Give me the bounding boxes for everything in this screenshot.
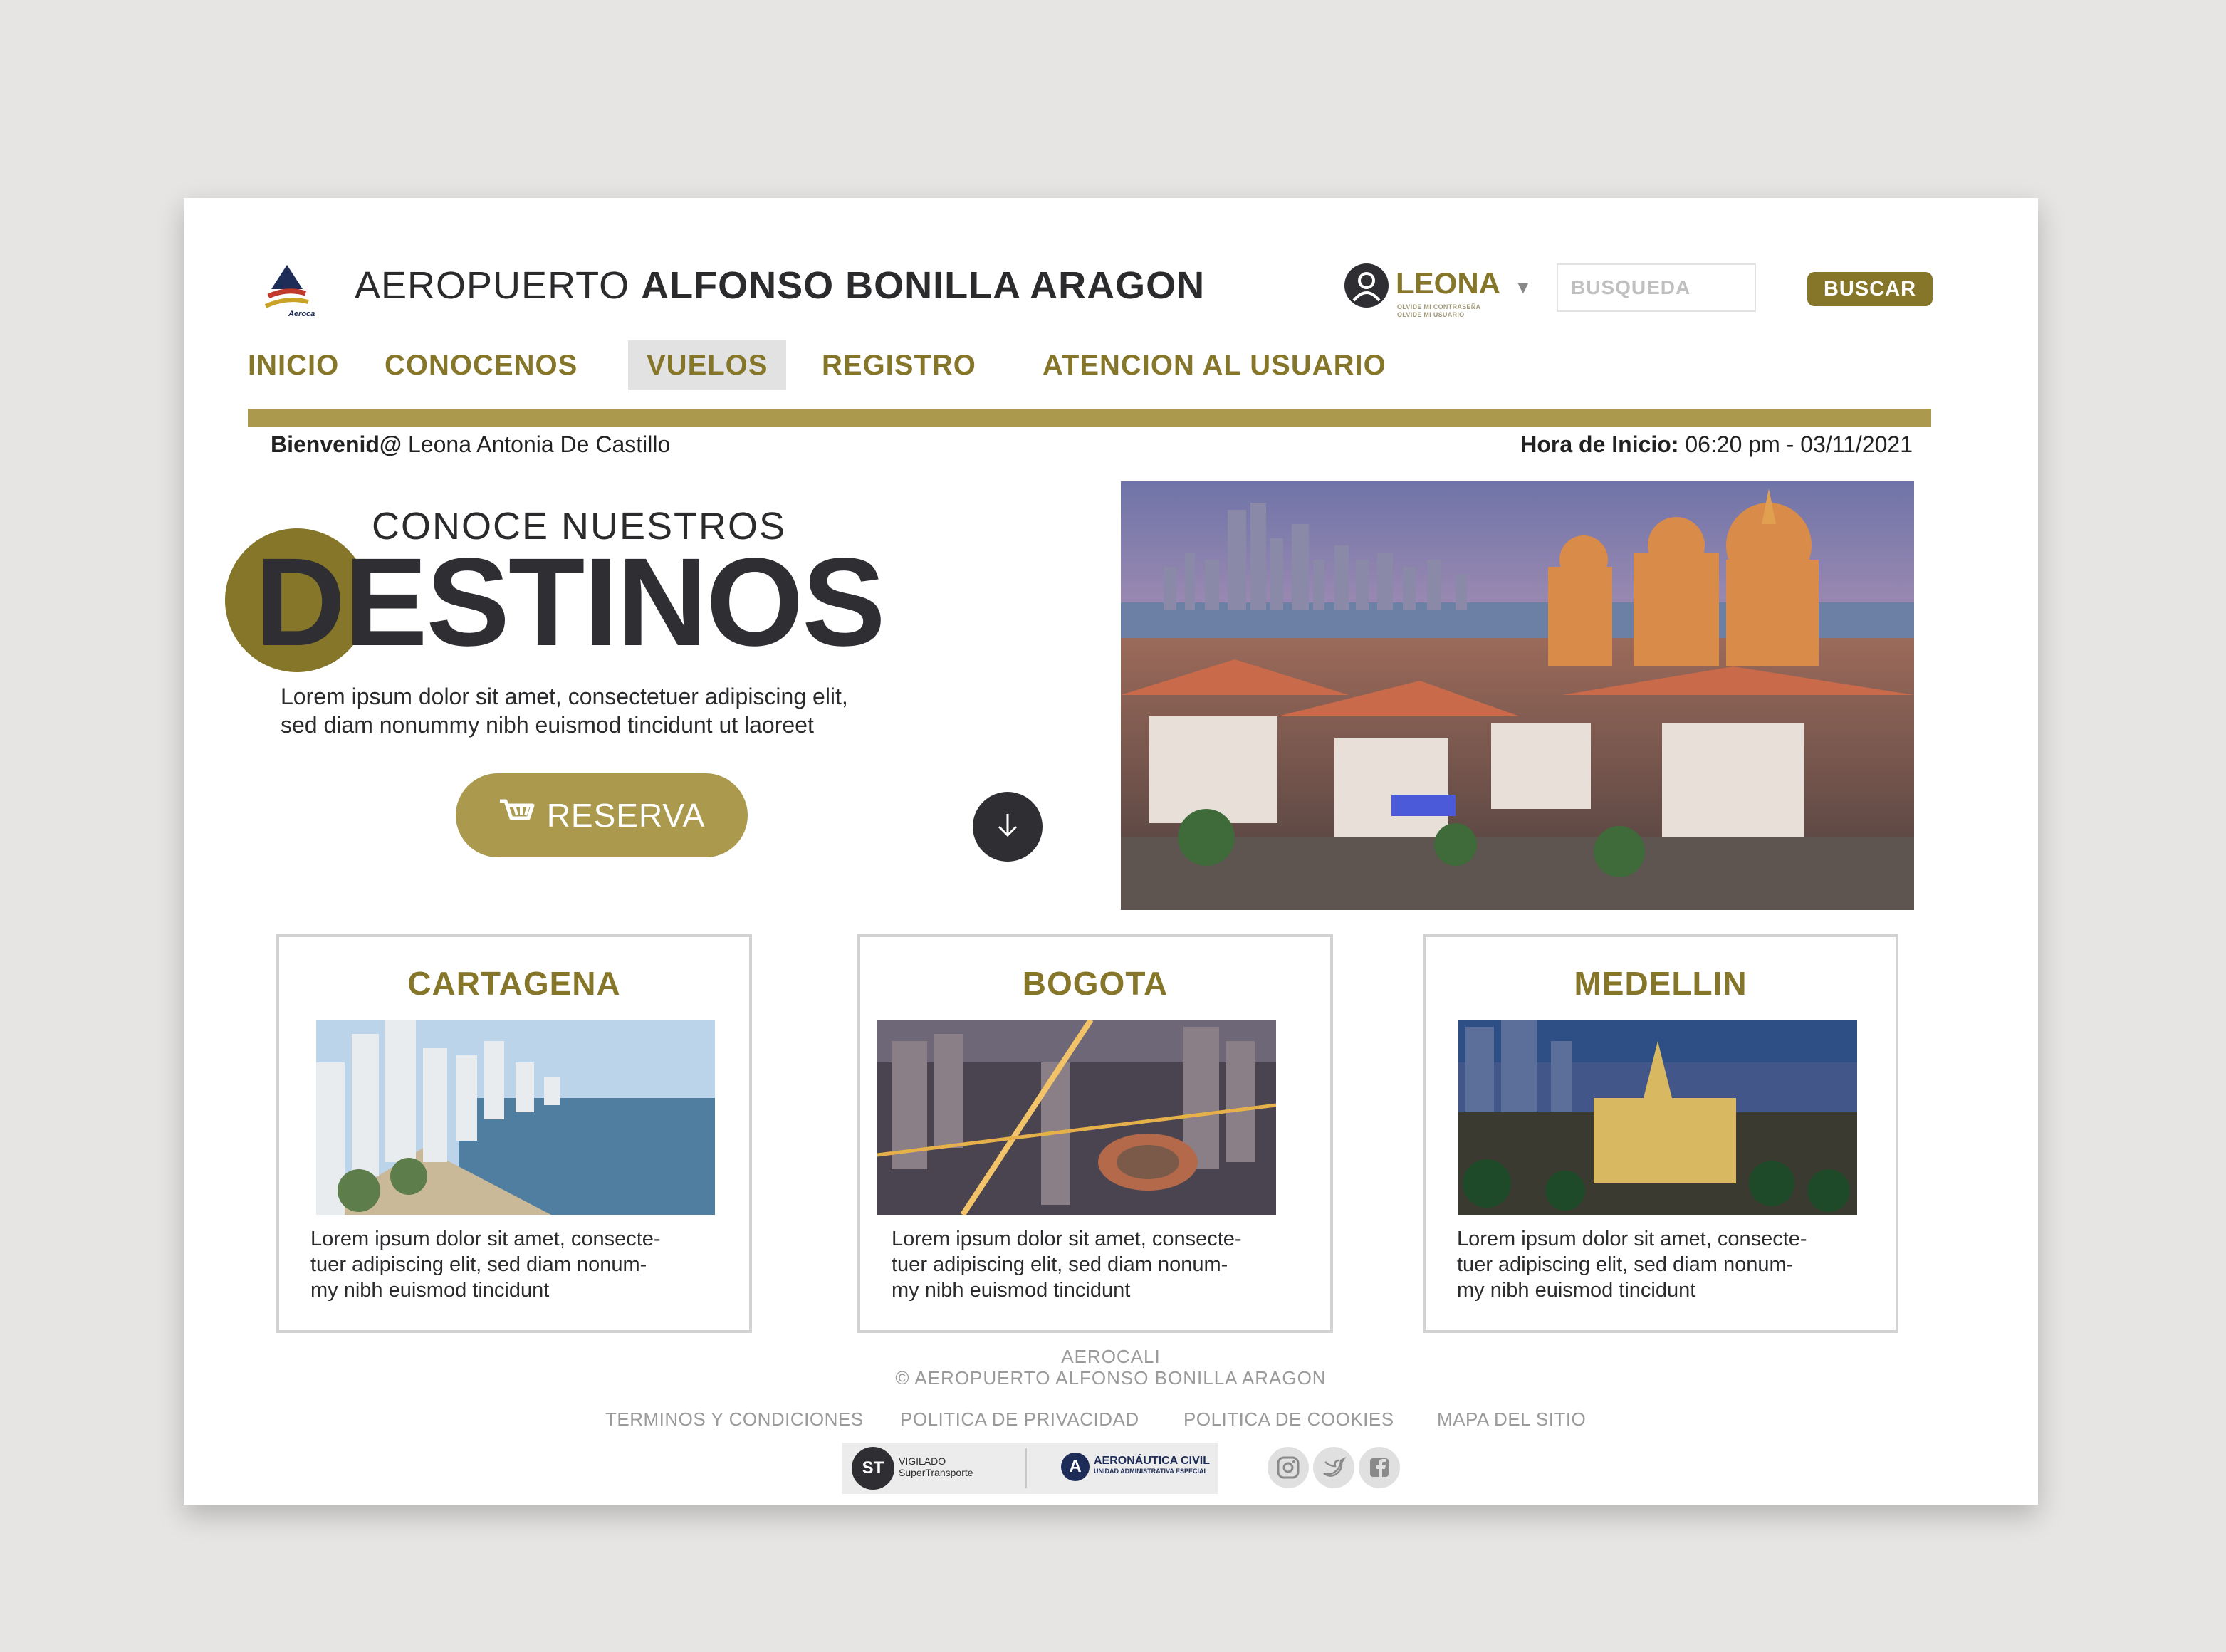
facebook-icon[interactable] — [1359, 1447, 1400, 1488]
forgot-user-link[interactable]: OLVIDE MI USUARIO — [1397, 311, 1480, 319]
hero-description-line: Lorem ipsum dolor sit amet, consectetuer… — [281, 684, 848, 709]
destination-description: Lorem ipsum dolor sit amet, consecte- tu… — [1457, 1226, 1877, 1303]
destination-description-line: Lorem ipsum dolor sit amet, consecte- — [310, 1228, 661, 1250]
cart-icon — [498, 796, 535, 835]
footer-link-privacy[interactable]: POLITICA DE PRIVACIDAD — [900, 1408, 1139, 1431]
destination-title: BOGOTA — [1022, 965, 1169, 1002]
start-time-label: Hora de Inicio: — [1520, 432, 1679, 457]
user-avatar-icon[interactable] — [1344, 263, 1389, 308]
user-menu-caret-icon[interactable]: ▼ — [1514, 276, 1532, 298]
footer-link-cookies[interactable]: POLITICA DE COOKIES — [1183, 1408, 1394, 1431]
reserva-button[interactable]: RESERVA — [456, 773, 748, 857]
footer-copyright: © AEROPUERTO ALFONSO BONILLA ARAGON — [895, 1367, 1327, 1389]
logo-text: Aerocali — [288, 310, 315, 318]
destination-title: MEDELLIN — [1574, 965, 1747, 1002]
instagram-icon[interactable] — [1268, 1447, 1309, 1488]
aeronautica-civil-subtitle: UNIDAD ADMINISTRATIVA ESPECIAL — [1094, 1468, 1208, 1475]
footer-link-terms[interactable]: TERMINOS Y CONDICIONES — [605, 1408, 864, 1431]
nav-vuelos[interactable]: VUELOS — [628, 340, 787, 390]
destination-description-line: Lorem ipsum dolor sit amet, consecte- — [892, 1228, 1242, 1250]
welcome-message: Bienvenid@ Leona Antonia De Castillo — [271, 432, 670, 458]
welcome-label: Bienvenid@ — [271, 432, 402, 457]
nav-registro[interactable]: REGISTRO — [822, 340, 976, 390]
welcome-name: Leona Antonia De Castillo — [408, 432, 671, 457]
hero-city-image — [1121, 481, 1914, 910]
arrow-down-icon — [992, 810, 1023, 845]
supertransporte-line: SuperTransporte — [899, 1467, 973, 1478]
cartagena-beach-image — [316, 1020, 715, 1215]
header-divider-bar — [248, 409, 1931, 427]
nav-atencion-al-usuario[interactable]: ATENCION AL USUARIO — [1043, 340, 1386, 390]
footer-link-sitemap[interactable]: MAPA DEL SITIO — [1437, 1408, 1586, 1431]
site-title-bold: ALFONSO BONILLA ARAGON — [641, 264, 1206, 307]
destination-description-line: my nibh euismod tincidunt — [892, 1279, 1131, 1302]
destination-title: CARTAGENA — [407, 965, 621, 1002]
user-links: OLVIDE MI CONTRASEÑA OLVIDE MI USUARIO — [1397, 303, 1480, 319]
search-input[interactable] — [1557, 263, 1756, 312]
page-card: Aerocali AEROPUERTO ALFONSO BONILLA ARAG… — [184, 198, 2038, 1505]
destination-description-line: my nibh euismod tincidunt — [1457, 1279, 1696, 1302]
search-button[interactable]: BUSCAR — [1807, 272, 1933, 306]
bogota-city-image — [877, 1018, 1277, 1217]
aeronautica-civil-text: AERONÁUTICA CIVIL UNIDAD ADMINISTRATIVA … — [1094, 1455, 1210, 1477]
supertransporte-line: VIGILADO — [899, 1455, 946, 1467]
destination-description: Lorem ipsum dolor sit amet, consecte- tu… — [310, 1226, 731, 1303]
twitter-icon[interactable] — [1313, 1447, 1354, 1488]
start-time-value: 06:20 pm - 03/11/2021 — [1685, 432, 1913, 457]
destination-card-cartagena[interactable]: CARTAGENA Lorem ipsum dolor sit amet, co… — [276, 934, 752, 1333]
forgot-password-link[interactable]: OLVIDE MI CONTRASEÑA — [1397, 303, 1480, 311]
medellin-city-image — [1458, 1020, 1857, 1215]
nav-inicio[interactable]: INICIO — [248, 340, 339, 390]
aeronautica-civil-name: AERONÁUTICA CIVIL — [1094, 1455, 1210, 1467]
destination-description-line: tuer adipiscing elit, sed diam nonum- — [310, 1253, 647, 1276]
nav-conocenos[interactable]: CONOCENOS — [385, 340, 578, 390]
hero-description-line: sed diam nonummy nibh euismod tincidunt … — [281, 712, 814, 738]
destination-description-line: Lorem ipsum dolor sit amet, consecte- — [1457, 1228, 1807, 1250]
destination-description-line: my nibh euismod tincidunt — [310, 1279, 550, 1302]
hero-description: Lorem ipsum dolor sit amet, consectetuer… — [281, 682, 978, 739]
site-title-light: AEROPUERTO — [355, 264, 630, 307]
destination-description-line: tuer adipiscing elit, sed diam nonum- — [892, 1253, 1228, 1276]
session-start-time: Hora de Inicio: 06:20 pm - 03/11/2021 — [1520, 432, 1913, 458]
destination-description: Lorem ipsum dolor sit amet, consecte- tu… — [892, 1226, 1312, 1303]
aerocali-logo[interactable]: Aerocali — [258, 262, 320, 319]
footer-brand: AEROCALI — [1061, 1346, 1161, 1367]
aeronautica-civil-logo[interactable]: A — [1061, 1453, 1090, 1481]
supertransporte-logo[interactable]: ST — [852, 1447, 894, 1490]
destination-description-line: tuer adipiscing elit, sed diam nonum- — [1457, 1253, 1794, 1276]
hero-title: DESTINOS — [255, 533, 886, 672]
supertransporte-text: VIGILADO SuperTransporte — [899, 1455, 973, 1478]
badge-divider — [1025, 1448, 1027, 1488]
user-name[interactable]: LEONA — [1396, 266, 1500, 300]
destination-card-medellin[interactable]: MEDELLIN Lorem ipsum dolor sit amet, con — [1423, 934, 1898, 1333]
site-title: AEROPUERTO ALFONSO BONILLA ARAGON — [355, 263, 1205, 308]
destination-card-bogota[interactable]: BOGOTA Lorem ipsum dolor sit amet, conse… — [857, 934, 1333, 1333]
reserva-label: RESERVA — [546, 797, 706, 834]
scroll-down-button[interactable] — [973, 792, 1043, 862]
